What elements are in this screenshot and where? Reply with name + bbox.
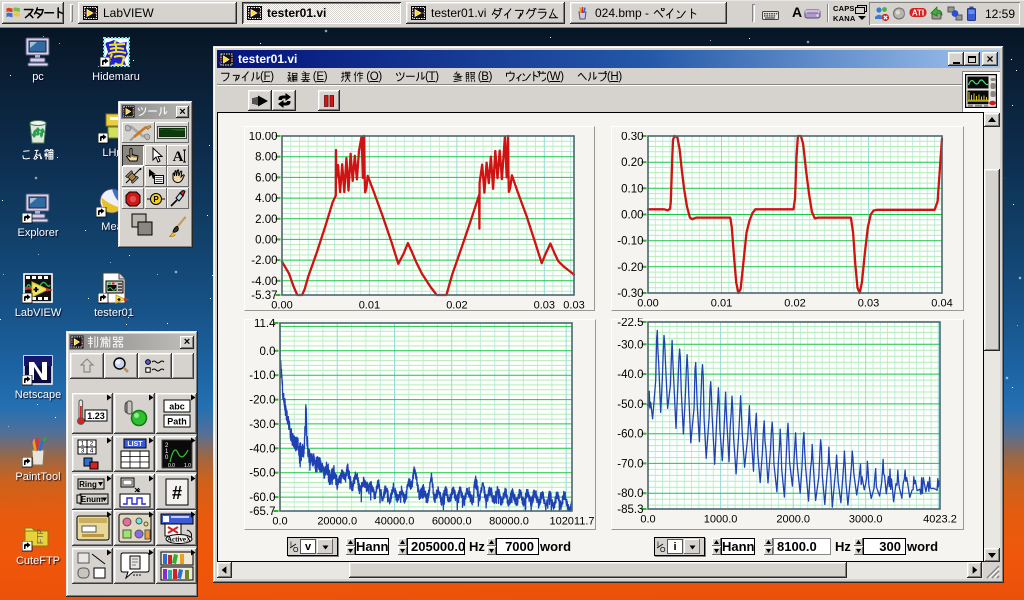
svg-text:#: # (171, 483, 181, 503)
svg-text:0.04: 0.04 (931, 298, 952, 310)
svg-text:LIST: LIST (127, 441, 143, 448)
svg-text:-60.0: -60.0 (249, 492, 275, 504)
svg-text:2: 2 (89, 441, 93, 448)
svg-text:10.00: 10.00 (249, 132, 278, 143)
svg-text:FTP: FTP (36, 529, 45, 544)
svg-text:4023.2: 4023.2 (923, 514, 957, 526)
svg-text:-20.0: -20.0 (249, 395, 275, 407)
svg-text:0.03: 0.03 (858, 298, 879, 310)
svg-text:0.01: 0.01 (711, 298, 732, 310)
svg-text:A: A (172, 149, 183, 164)
svg-text:-80.0: -80.0 (617, 488, 643, 500)
svg-text:-30.0: -30.0 (249, 419, 275, 431)
svg-text:0.00: 0.00 (637, 298, 658, 310)
svg-text:0.02: 0.02 (446, 300, 467, 312)
svg-text:-40.0: -40.0 (617, 369, 643, 381)
svg-text:Path: Path (167, 416, 187, 426)
svg-text:1000.0: 1000.0 (704, 514, 738, 526)
svg-text:3000.0: 3000.0 (849, 514, 883, 526)
svg-text:-4.00: -4.00 (251, 276, 277, 288)
svg-text:1: 1 (80, 441, 84, 448)
svg-text:-22.5: -22.5 (617, 318, 643, 329)
svg-text:Ring: Ring (79, 480, 97, 489)
svg-text:1.23: 1.23 (87, 411, 105, 421)
svg-text:102011.7: 102011.7 (549, 516, 594, 528)
svg-text:0.03: 0.03 (563, 300, 584, 312)
svg-text:0.01: 0.01 (359, 300, 380, 312)
svg-text:0.03: 0.03 (534, 300, 555, 312)
svg-text:abc: abc (169, 401, 185, 411)
svg-text:6.00: 6.00 (255, 172, 277, 184)
svg-text:0.00: 0.00 (255, 234, 277, 246)
svg-text:0.30: 0.30 (621, 132, 643, 143)
svg-text:60000.0: 60000.0 (432, 516, 472, 528)
svg-text:20000.0: 20000.0 (317, 516, 357, 528)
svg-text:0.20: 0.20 (621, 157, 643, 169)
svg-text:Enum: Enum (80, 495, 102, 504)
svg-text:4.00: 4.00 (255, 193, 277, 205)
svg-text:P: P (153, 195, 159, 204)
svg-text:-60.0: -60.0 (617, 429, 643, 441)
svg-text:1.0: 1.0 (184, 463, 191, 469)
svg-text:0.00: 0.00 (621, 210, 643, 222)
svg-text:-40.0: -40.0 (249, 443, 275, 455)
svg-text:3: 3 (80, 448, 84, 455)
svg-text:0.10: 0.10 (621, 183, 643, 195)
svg-text:40000.0: 40000.0 (375, 516, 415, 528)
svg-text:-2.00: -2.00 (251, 255, 277, 267)
svg-text:O: O (660, 547, 666, 554)
svg-text:2.00: 2.00 (255, 214, 277, 226)
svg-text:8.00: 8.00 (255, 152, 277, 164)
svg-text:2000.0: 2000.0 (776, 514, 810, 526)
svg-text:0.0: 0.0 (168, 463, 175, 469)
svg-text:0.0: 0.0 (272, 516, 287, 528)
svg-text:ActiveX: ActiveX (166, 536, 190, 544)
svg-text:-50.0: -50.0 (617, 399, 643, 411)
svg-text:-50.0: -50.0 (249, 468, 275, 480)
svg-text:ATI: ATI (912, 9, 924, 18)
svg-text:O: O (293, 547, 299, 554)
svg-text:-70.0: -70.0 (617, 458, 643, 470)
svg-text:4: 4 (89, 448, 93, 455)
svg-text:-30.0: -30.0 (617, 339, 643, 351)
svg-text:-0.20: -0.20 (617, 262, 643, 274)
svg-text:0.02: 0.02 (784, 298, 805, 310)
svg-text:-0.10: -0.10 (617, 236, 643, 248)
svg-text:0.00: 0.00 (271, 300, 292, 312)
svg-text:80000.0: 80000.0 (489, 516, 529, 528)
svg-text:11.4: 11.4 (254, 319, 276, 330)
svg-text:-10.0: -10.0 (249, 370, 275, 382)
svg-text:0.0: 0.0 (260, 346, 276, 358)
svg-text:0.0: 0.0 (640, 514, 655, 526)
